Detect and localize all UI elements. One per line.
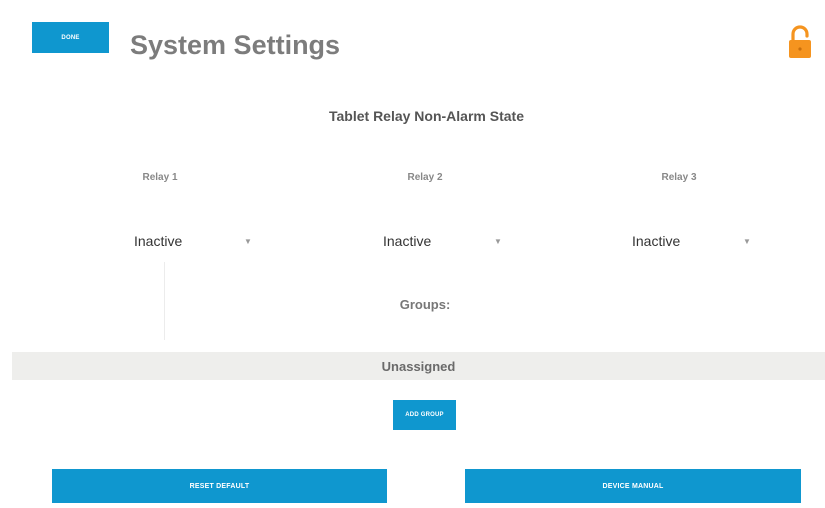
relay-3-select[interactable]: Inactive ▼ <box>632 228 762 254</box>
reset-default-button[interactable]: RESET DEFAULT <box>52 469 387 503</box>
relay-3-label: Relay 3 <box>661 172 697 183</box>
add-group-button[interactable]: ADD GROUP <box>393 400 456 430</box>
chevron-down-icon: ▼ <box>244 237 252 246</box>
relay-2-label: Relay 2 <box>407 172 443 183</box>
system-settings-page: DONE System Settings Tablet Relay Non-Al… <box>0 0 825 508</box>
done-button[interactable]: DONE <box>32 22 109 53</box>
chevron-down-icon: ▼ <box>743 237 751 246</box>
page-title: System Settings <box>130 30 341 60</box>
device-manual-button[interactable]: DEVICE MANUAL <box>465 469 801 503</box>
relay-1-select[interactable]: Inactive ▼ <box>134 228 264 254</box>
relay-1-label: Relay 1 <box>142 172 178 183</box>
relay-section-title: Tablet Relay Non-Alarm State <box>328 108 524 124</box>
unlocked-padlock-icon[interactable] <box>786 24 814 60</box>
relay-1-value: Inactive <box>134 233 183 249</box>
chevron-down-icon: ▼ <box>494 237 502 246</box>
groups-label: Groups: <box>399 297 451 312</box>
relay-2-select[interactable]: Inactive ▼ <box>383 228 513 254</box>
relay-3-value: Inactive <box>632 233 681 249</box>
unassigned-group-row[interactable]: Unassigned <box>12 352 825 380</box>
relay-2-value: Inactive <box>383 233 432 249</box>
unassigned-label: Unassigned <box>381 358 456 374</box>
divider <box>164 262 165 340</box>
